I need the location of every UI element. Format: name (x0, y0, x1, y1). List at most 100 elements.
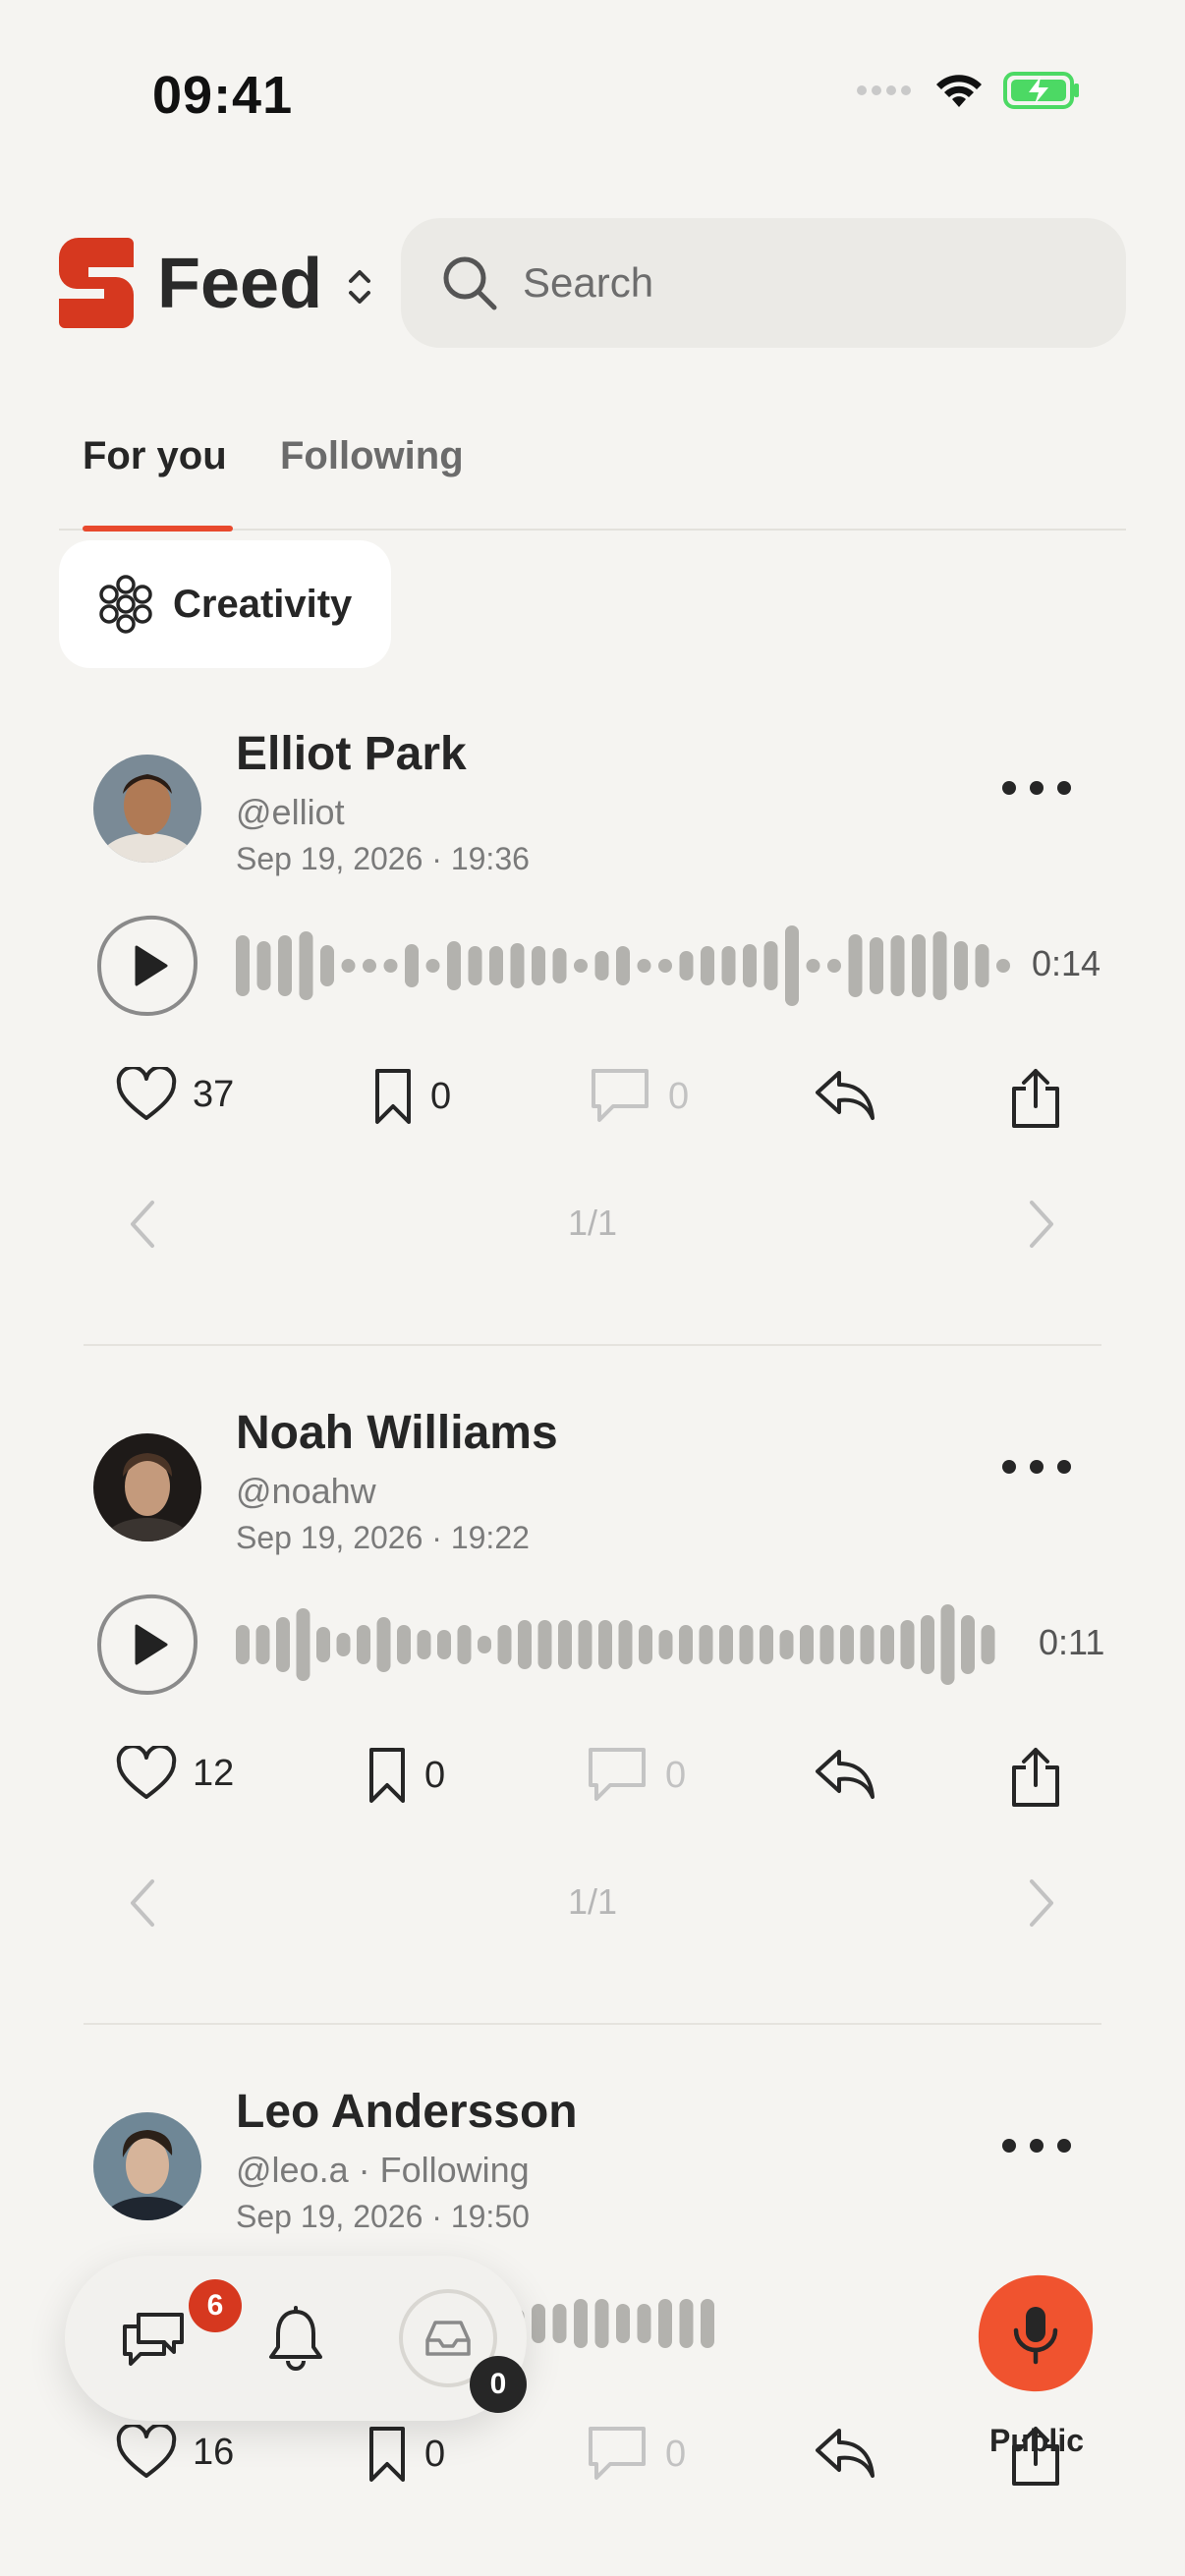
comment-button[interactable]: 0 (588, 1067, 689, 1126)
author-name[interactable]: Elliot Park (236, 727, 467, 781)
header: Feed (0, 216, 1185, 354)
flower-icon (99, 575, 152, 634)
author-handle[interactable]: @leo.a · Following (236, 2150, 530, 2191)
waveform-bar (518, 1620, 532, 1669)
avatar[interactable] (93, 1433, 201, 1541)
feed-tabs: For you Following (59, 420, 1126, 532)
post-actions: 37 0 0 (0, 1067, 1185, 1146)
waveform-bar (779, 1630, 794, 1659)
bookmark-button[interactable]: 0 (366, 1746, 445, 1805)
waveform-bar (578, 1620, 592, 1669)
search-icon (443, 256, 497, 310)
waveform-bar (558, 1620, 572, 1669)
search-input[interactable] (523, 259, 1073, 307)
avatar[interactable] (93, 2112, 201, 2220)
tab-for-you[interactable]: For you (83, 434, 227, 478)
inbox-icon (425, 2321, 471, 2356)
chip-label: Creativity (173, 582, 353, 626)
reply-button[interactable] (814, 2425, 876, 2480)
app-logo[interactable] (59, 238, 134, 328)
more-options-button[interactable] (1002, 1457, 1071, 1477)
waveform-bar (760, 1625, 773, 1664)
author-name[interactable]: Leo Andersson (236, 2085, 578, 2139)
more-options-button[interactable] (1002, 778, 1071, 798)
chevron-updown-icon[interactable] (342, 265, 377, 308)
like-button[interactable]: 37 (116, 1067, 234, 1122)
waveform-bar (552, 948, 567, 983)
play-button[interactable] (93, 912, 201, 1020)
nav-notifications[interactable] (237, 2256, 355, 2421)
duration: 0:14 (1032, 943, 1101, 983)
waveform-bar (255, 1625, 270, 1664)
divider (84, 2023, 1101, 2025)
waveform-bar (299, 931, 313, 1000)
bookmark-icon (369, 1748, 405, 1803)
waveform-bar (594, 2299, 609, 2348)
tab-following[interactable]: Following (280, 434, 464, 478)
waveform-bar (819, 1625, 834, 1664)
signal-icon (857, 85, 911, 95)
audio-player: 0:11 (93, 1591, 1105, 1699)
visibility-label[interactable]: Public (973, 2423, 1100, 2459)
bookmark-button[interactable]: 0 (371, 1067, 451, 1126)
waveform-bar (397, 1625, 411, 1664)
waveform-bar (981, 1625, 995, 1664)
waveform-bar (598, 1620, 612, 1669)
like-count: 16 (193, 2431, 235, 2473)
waveform-bar (320, 945, 334, 986)
waveform-bar (447, 941, 461, 990)
page-indicator: 1/1 (567, 1881, 618, 1922)
chevron-right-icon[interactable] (1022, 1876, 1061, 1931)
bookmark-count: 0 (424, 2433, 446, 2475)
page-title[interactable]: Feed (157, 244, 322, 324)
more-options-button[interactable] (1002, 2136, 1071, 2156)
active-tab-indicator (83, 526, 233, 532)
waveform-bar (574, 959, 588, 973)
waveform-bar (701, 946, 714, 985)
waveform-bar (699, 1625, 713, 1664)
waveform-bar (658, 959, 672, 973)
waveform-bar (532, 946, 545, 985)
waveform-bar (739, 1625, 754, 1664)
reply-button[interactable] (814, 1067, 876, 1122)
waveform-bar (363, 959, 376, 973)
like-button[interactable]: 16 (116, 2425, 234, 2480)
duration: 0:11 (1039, 1622, 1105, 1662)
search-bar[interactable] (401, 218, 1126, 348)
bookmark-button[interactable]: 0 (366, 2425, 445, 2484)
like-button[interactable]: 12 (116, 1746, 234, 1801)
status-bar: 09:41 (0, 0, 1185, 196)
author-handle[interactable]: @elliot (236, 792, 345, 833)
waveform-bar (489, 946, 503, 985)
record-button[interactable] (973, 2271, 1099, 2397)
comment-button[interactable]: 0 (585, 1746, 686, 1805)
reply-icon (816, 1750, 875, 1799)
chevron-right-icon[interactable] (1022, 1197, 1061, 1252)
waveform[interactable] (236, 1591, 1012, 1699)
comment-button[interactable]: 0 (585, 2425, 686, 2484)
waveform-bar (616, 946, 630, 985)
waveform-bar (719, 1625, 733, 1664)
waveform-bar (594, 951, 609, 980)
waveform-bar (890, 935, 905, 996)
waveform-bar (785, 925, 799, 1006)
waveform-bar (417, 1630, 431, 1659)
pager: 1/1 (0, 1866, 1185, 1944)
share-button[interactable] (1008, 1746, 1063, 1809)
waveform-bar (236, 935, 250, 996)
reply-button[interactable] (814, 1746, 876, 1801)
author-handle[interactable]: @noahw (236, 1471, 376, 1512)
share-icon (1012, 1748, 1059, 1807)
waveform-bar (437, 1630, 451, 1659)
author-name[interactable]: Noah Williams (236, 1406, 558, 1460)
waveform[interactable] (236, 912, 1012, 1020)
filter-chip-creativity[interactable]: Creativity (59, 540, 391, 668)
waveform-bar (468, 946, 482, 985)
share-button[interactable] (1008, 1067, 1063, 1130)
nav-messages[interactable]: 6 (94, 2256, 242, 2421)
nav-inbox[interactable]: 0 (389, 2256, 527, 2421)
post-actions: 12 0 0 (0, 1746, 1185, 1824)
heart-icon (116, 2425, 177, 2478)
avatar[interactable] (93, 755, 201, 863)
play-button[interactable] (93, 1591, 201, 1699)
